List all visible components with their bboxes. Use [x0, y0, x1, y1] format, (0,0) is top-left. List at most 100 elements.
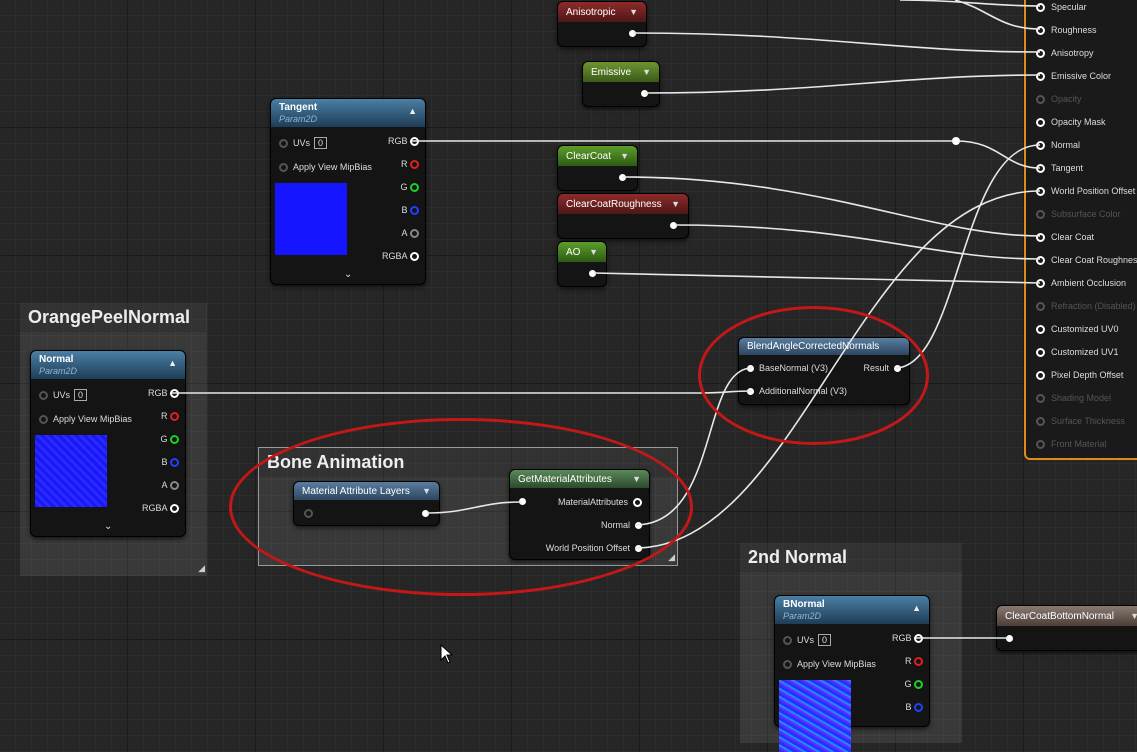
- node-header[interactable]: ClearCoat ▼: [558, 146, 637, 166]
- material-input-pin[interactable]: Shading Model: [1036, 393, 1111, 403]
- material-attribute-layers-node[interactable]: Material Attribute Layers ▼: [293, 481, 440, 526]
- uv-index-field[interactable]: 0: [818, 634, 832, 646]
- rgba-output-pin[interactable]: RGBA: [142, 503, 179, 513]
- input-pin[interactable]: [1036, 370, 1045, 380]
- material-input-pin[interactable]: Customized UV0: [1036, 324, 1119, 334]
- wpo-output-pin[interactable]: World Position Offset: [546, 543, 642, 553]
- chevron-down-icon[interactable]: ▼: [632, 474, 641, 484]
- ao-node[interactable]: AO ▼: [557, 241, 607, 287]
- material-result-node[interactable]: Specular Roughness Anisotropy Emissive Colo…: [1024, 0, 1137, 460]
- output-pin[interactable]: [422, 510, 429, 517]
- input-pin[interactable]: [1036, 416, 1045, 426]
- node-header[interactable]: GetMaterialAttributes ▼: [510, 470, 649, 488]
- g-output-pin[interactable]: G: [160, 434, 179, 444]
- chevron-up-icon[interactable]: ▲: [408, 106, 417, 116]
- g-output-pin[interactable]: G: [400, 182, 419, 192]
- material-input-pin[interactable]: Anisotropy: [1036, 48, 1094, 58]
- input-pin[interactable]: [1036, 2, 1045, 12]
- input-pin[interactable]: [1036, 255, 1045, 265]
- blend-angle-corrected-normals-node[interactable]: BlendAngleCorrectedNormals BaseNormal (V…: [738, 337, 910, 405]
- input-pin[interactable]: [783, 635, 792, 645]
- material-input-pin[interactable]: Pixel Depth Offset: [1036, 370, 1123, 380]
- input-pin[interactable]: [1036, 163, 1045, 173]
- rgb-output-pin[interactable]: RGB: [148, 388, 179, 398]
- chevron-down-icon[interactable]: ▼: [589, 247, 598, 257]
- material-input-pin[interactable]: Tangent: [1036, 163, 1083, 173]
- r-output-pin[interactable]: R: [401, 159, 419, 169]
- result-output-pin[interactable]: Result: [863, 363, 901, 373]
- chevron-down-icon[interactable]: ▼: [642, 67, 651, 77]
- g-output-pin[interactable]: G: [904, 679, 923, 689]
- material-input-pin[interactable]: Refraction (Disabled): [1036, 301, 1136, 311]
- node-header[interactable]: Emissive ▼: [583, 62, 659, 82]
- material-input-pin[interactable]: Specular: [1036, 2, 1087, 12]
- node-header[interactable]: BlendAngleCorrectedNormals: [739, 338, 909, 355]
- basenormal-input-pin[interactable]: BaseNormal (V3): [747, 363, 828, 373]
- bnormal-texture-node[interactable]: BNormal Param2D ▲ UVs 0 Apply View MipBia…: [774, 595, 930, 752]
- input-pin[interactable]: [39, 414, 48, 424]
- input-pin[interactable]: [1036, 186, 1045, 196]
- output-pin[interactable]: [629, 30, 636, 37]
- rgba-output-pin[interactable]: RGBA: [382, 251, 419, 261]
- input-pin[interactable]: [1036, 347, 1045, 357]
- b-output-pin[interactable]: B: [401, 205, 419, 215]
- chevron-up-icon[interactable]: ▲: [168, 358, 177, 368]
- mipbias-input-pin[interactable]: Apply View MipBias: [279, 162, 372, 172]
- tangent-texture-node[interactable]: Tangent Param2D ▲ UVs 0 Apply View MipBia…: [270, 98, 426, 285]
- chevron-down-icon[interactable]: ▼: [620, 151, 629, 161]
- output-pin[interactable]: [619, 174, 626, 181]
- rgb-output-pin[interactable]: RGB: [388, 136, 419, 146]
- mipbias-input-pin[interactable]: Apply View MipBias: [39, 414, 132, 424]
- b-output-pin[interactable]: B: [905, 702, 923, 712]
- clearcoat-bottom-normal-node[interactable]: ClearCoatBottomNormal ▼: [996, 605, 1137, 651]
- material-input-pin[interactable]: Clear Coat: [1036, 232, 1094, 242]
- chevron-down-icon[interactable]: ⌄: [104, 521, 112, 532]
- r-output-pin[interactable]: R: [161, 411, 179, 421]
- input-pin[interactable]: [1036, 140, 1045, 150]
- input-pin[interactable]: [1036, 117, 1045, 127]
- input-pin[interactable]: [1036, 393, 1045, 403]
- normal-output-pin[interactable]: Normal: [601, 520, 642, 530]
- emissive-node[interactable]: Emissive ▼: [582, 61, 660, 107]
- material-input-pin[interactable]: Opacity: [1036, 94, 1082, 104]
- uvs-input-pin[interactable]: UVs 0: [783, 634, 832, 646]
- mipbias-input-pin[interactable]: Apply View MipBias: [783, 659, 876, 669]
- uvs-input-pin[interactable]: UVs 0: [39, 389, 88, 401]
- node-header[interactable]: AO ▼: [558, 242, 606, 262]
- node-header[interactable]: ClearCoatRoughness ▼: [558, 194, 688, 214]
- material-input-pin[interactable]: Front Material: [1036, 439, 1107, 449]
- input-pin[interactable]: [1036, 209, 1045, 219]
- node-header[interactable]: Tangent Param2D ▲: [271, 99, 425, 127]
- material-input-pin[interactable]: Normal: [1036, 140, 1080, 150]
- material-input-pin[interactable]: Opacity Mask: [1036, 117, 1106, 127]
- chevron-down-icon[interactable]: ▼: [1130, 611, 1137, 621]
- resize-handle-icon[interactable]: ◢: [668, 552, 675, 563]
- output-pin[interactable]: [1006, 635, 1013, 642]
- resize-handle-icon[interactable]: ◢: [198, 563, 205, 574]
- uv-index-field[interactable]: 0: [314, 137, 328, 149]
- output-pin[interactable]: [670, 222, 677, 229]
- material-input-pin[interactable]: Subsurface Color: [1036, 209, 1121, 219]
- clearcoat-node[interactable]: ClearCoat ▼: [557, 145, 638, 191]
- chevron-up-icon[interactable]: ▲: [912, 603, 921, 613]
- chevron-down-icon[interactable]: ▼: [629, 7, 638, 17]
- r-output-pin[interactable]: R: [905, 656, 923, 666]
- node-header[interactable]: ClearCoatBottomNormal ▼: [997, 606, 1137, 626]
- additionalnormal-input-pin[interactable]: AdditionalNormal (V3): [747, 386, 847, 396]
- input-pin[interactable]: [783, 659, 792, 669]
- input-pin[interactable]: [1036, 71, 1045, 81]
- node-header[interactable]: BNormal Param2D ▲: [775, 596, 929, 624]
- input-pin[interactable]: [1036, 278, 1045, 288]
- materialattributes-pin[interactable]: MaterialAttributes: [558, 497, 642, 507]
- output-pin[interactable]: [589, 270, 596, 277]
- chevron-down-icon[interactable]: ▼: [671, 199, 680, 209]
- input-pin[interactable]: [279, 138, 288, 148]
- texture-thumbnail[interactable]: [275, 183, 347, 255]
- input-pin[interactable]: [1036, 301, 1045, 311]
- input-pin[interactable]: [1036, 232, 1045, 242]
- node-header[interactable]: Anisotropic ▼: [558, 2, 646, 22]
- material-input-pin[interactable]: Clear Coat Roughness: [1036, 255, 1137, 265]
- texture-thumbnail[interactable]: [35, 435, 107, 507]
- material-input-pin[interactable]: Roughness: [1036, 25, 1097, 35]
- input-pin[interactable]: [1036, 94, 1045, 104]
